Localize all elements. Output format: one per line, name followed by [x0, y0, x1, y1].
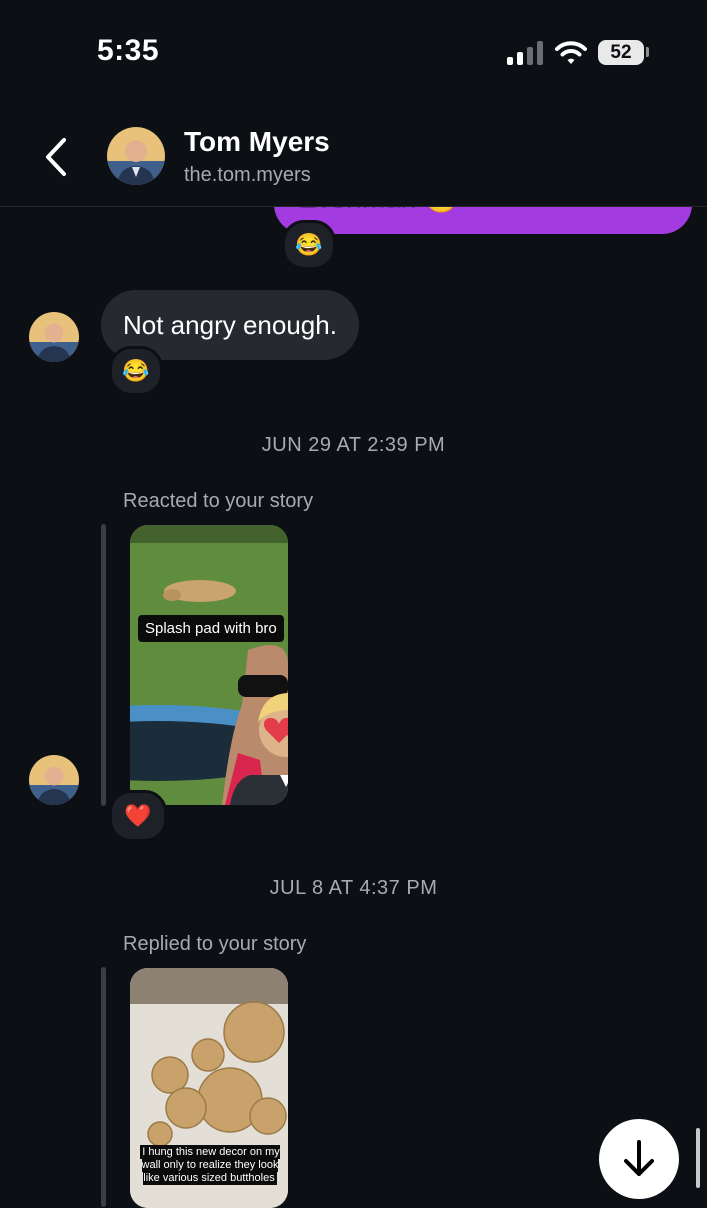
story-image — [130, 525, 288, 805]
story-caption: Splash pad with bro — [138, 615, 284, 642]
wifi-icon — [555, 41, 587, 64]
message-timestamp: JUL 8 AT 4:37 PM — [269, 877, 438, 899]
contact-name[interactable]: Tom Myers — [184, 126, 330, 158]
message-timestamp: JUN 29 AT 2:39 PM — [261, 434, 446, 456]
received-message-reaction[interactable]: 😂 — [109, 346, 163, 396]
story-caption: I hung this new decor on my wall only to… — [140, 1145, 280, 1185]
battery-icon: 52 — [598, 40, 644, 65]
contact-avatar[interactable] — [107, 127, 165, 185]
story-thumbnail[interactable]: I hung this new decor on my wall only to… — [130, 968, 288, 1208]
sender-avatar[interactable] — [29, 755, 79, 805]
sender-avatar[interactable] — [29, 312, 79, 362]
back-chevron-icon[interactable] — [40, 136, 74, 178]
story-quote-line — [101, 967, 106, 1207]
sent-message-reaction[interactable]: 😂 — [282, 220, 336, 270]
status-time: 5:35 — [97, 34, 160, 67]
cellular-signal-icon — [507, 41, 543, 65]
story-reply-label: Replied to your story — [123, 933, 307, 955]
arrow-down-icon — [624, 1140, 654, 1176]
story-quote-line — [101, 524, 106, 806]
contact-handle[interactable]: the.tom.myers — [184, 164, 311, 187]
story-reaction-label: Reacted to your story — [123, 490, 314, 512]
scroll-to-bottom-button[interactable] — [599, 1119, 679, 1199]
story-reaction-heart[interactable]: ❤️ — [109, 790, 167, 842]
story-thumbnail[interactable]: Splash pad with bro — [130, 525, 288, 805]
scrollbar[interactable] — [696, 1128, 700, 1188]
battery-tip — [646, 47, 649, 57]
